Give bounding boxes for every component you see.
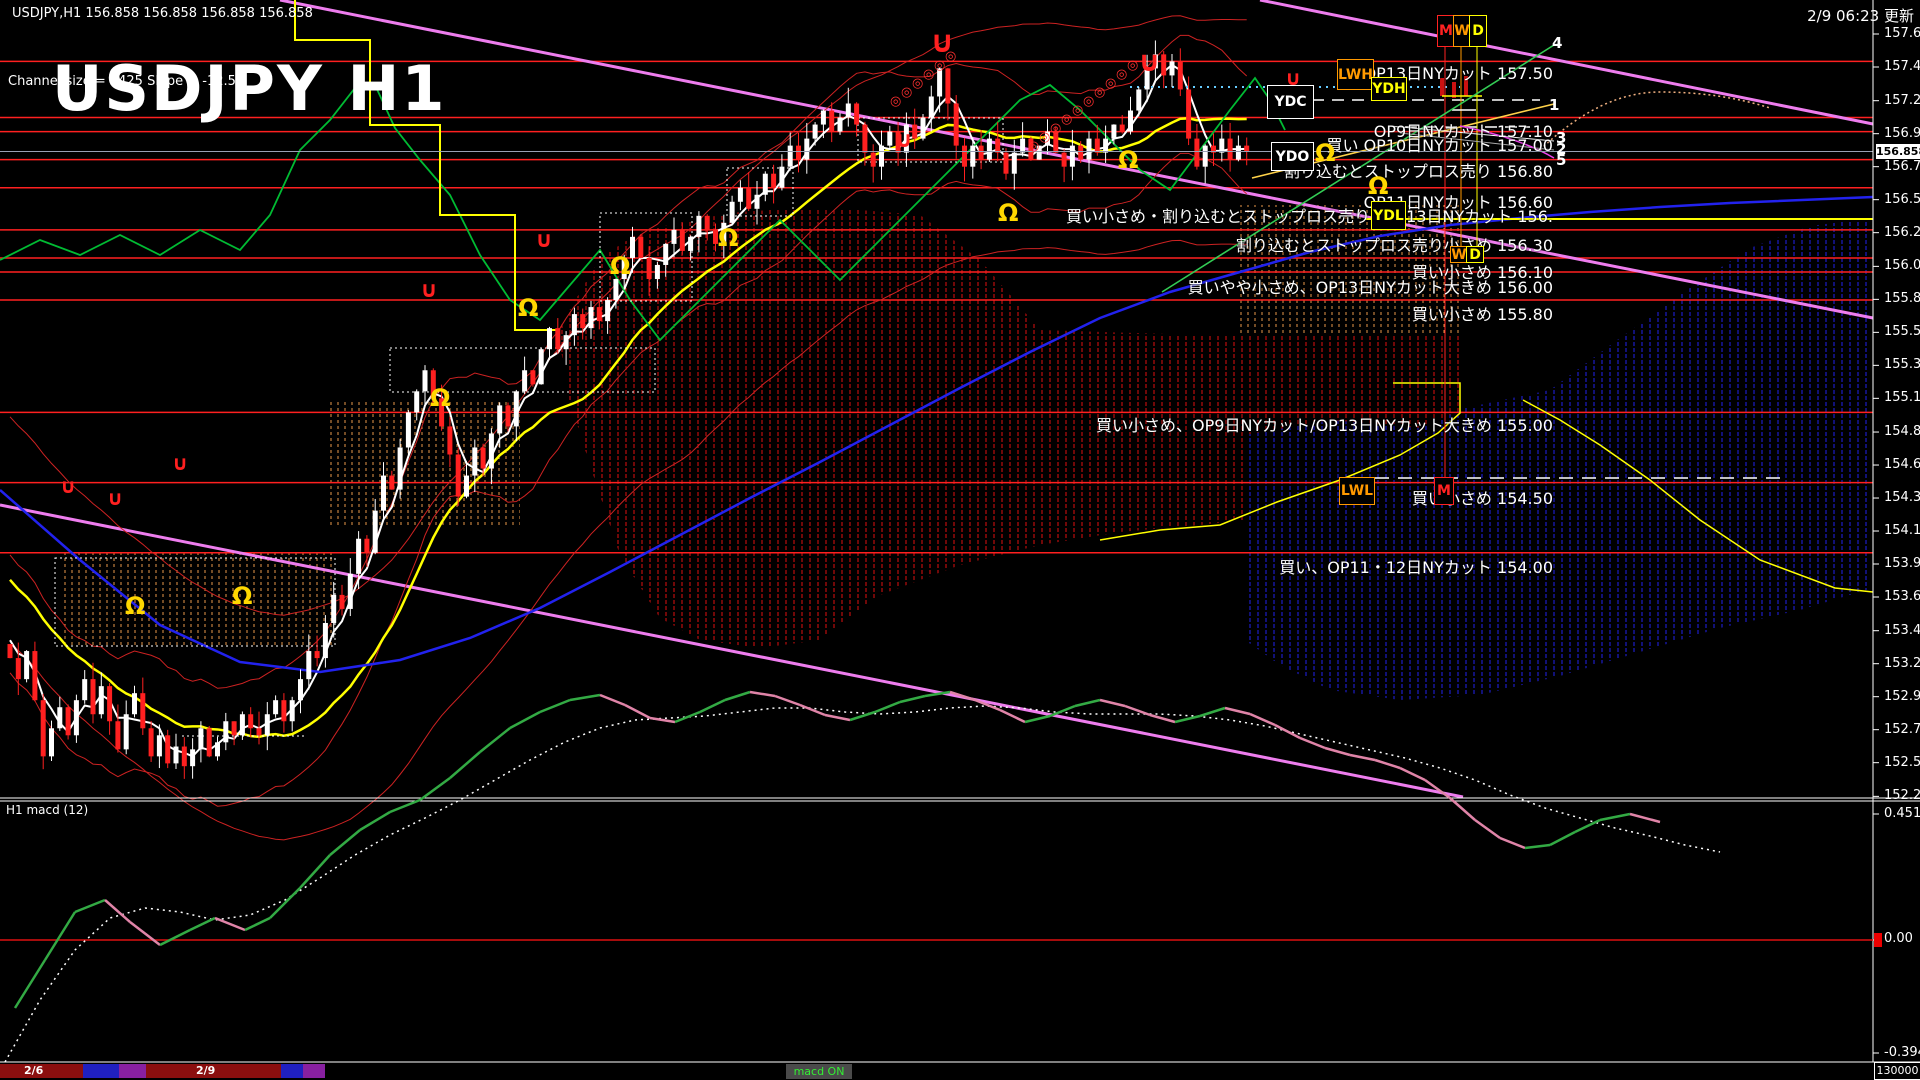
buy-signal-omega-icon: Ω <box>1118 146 1139 174</box>
price-axis-label: 154.155 <box>1884 523 1920 539</box>
price-axis-label: 154.390 <box>1884 490 1920 506</box>
trend-dot-chain-icon: ◎ <box>1028 139 1040 154</box>
price-axis-label: 156.515 <box>1884 191 1920 207</box>
sell-signal-cup-icon: ∪ <box>107 486 124 510</box>
buy-signal-omega-icon: Ω <box>232 582 253 610</box>
order-annotation: 買い小さめ、OP9日NYカット/OP13日NYカット大きめ 155.00 <box>1096 416 1553 435</box>
trend-dot-chain-icon: ◎ <box>1094 85 1106 100</box>
sell-signal-cup-icon: ∪ <box>60 474 77 498</box>
pivot-label-box-d[interactable]: D <box>1469 15 1487 47</box>
timeline-session-segment <box>83 1064 119 1078</box>
trend-dot-chain-icon: ◎ <box>1061 112 1073 127</box>
trend-dot-chain-icon: ◎ <box>1039 130 1051 145</box>
timeline-date-label: 2/9 <box>196 1064 216 1077</box>
price-axis-label: 155.100 <box>1884 390 1920 406</box>
price-axis-label: 153.920 <box>1884 556 1920 571</box>
pivot-label-box-ydh[interactable]: YDH <box>1371 77 1407 101</box>
pivot-label-box-ydl[interactable]: YDL <box>1371 201 1406 230</box>
price-axis-label: 156.750 <box>1884 158 1920 174</box>
trading-terminal-screen: USDJPY H1 USDJPY,H1 156.858 156.858 156.… <box>0 0 1920 1080</box>
price-axis-label: 157.460 <box>1884 58 1920 74</box>
sell-signal-cup-icon: ∪ <box>1138 45 1161 78</box>
price-axis-label: 154.860 <box>1884 424 1920 440</box>
macd-pane <box>0 690 1873 1063</box>
buy-signal-omega-icon: Ω <box>718 224 739 252</box>
trend-dot-chain-icon: ◎ <box>1083 94 1095 109</box>
pivot-label-box-m[interactable]: M <box>1434 477 1454 505</box>
trend-dot-chain-icon: ◎ <box>890 94 902 109</box>
trend-dot-chain-icon: ◎ <box>1105 76 1117 91</box>
trendline-number-1: 1 <box>1549 96 1560 114</box>
pivot-label-box-ydc[interactable]: YDC <box>1267 85 1314 119</box>
current-price-tag: 156.858 <box>1876 144 1920 159</box>
channel-info-label: Channel size = 1425 Slope = -12.58 <box>8 74 245 89</box>
trendline-number-4: 4 <box>1552 34 1563 52</box>
sell-signal-cup-icon: ∪ <box>895 128 913 153</box>
buy-signal-omega-icon: Ω <box>610 252 631 280</box>
price-axis-label: 156.040 <box>1884 258 1920 274</box>
trend-dot-chain-icon: ◎ <box>1116 67 1128 82</box>
price-axis-label: 153.685 <box>1884 589 1920 604</box>
pivot-label-box-d[interactable]: D <box>1466 246 1484 263</box>
trend-dot-chain-icon: ◎ <box>923 67 935 82</box>
price-axis-label: 152.740 <box>1884 721 1920 737</box>
chart-canvas[interactable] <box>0 0 1920 1080</box>
order-annotation: 買い OP10日NYカット 157.00 <box>1326 136 1553 155</box>
order-annotation: 割り込むとストップロス売り小さめ 156.30 <box>1235 236 1553 255</box>
price-axis-label: 156.985 <box>1884 125 1920 141</box>
trend-dot-chain-icon: ◎ <box>901 85 913 100</box>
price-axis-label: 155.570 <box>1884 324 1920 340</box>
trend-dot-chain-icon: ◎ <box>934 58 946 73</box>
order-annotation: 買い小さめ・割り込むとストップロス売り <box>1065 207 1370 226</box>
buy-signal-omega-icon: Ω <box>518 294 539 322</box>
timeline-session-segment <box>281 1064 303 1078</box>
price-axis-label: 152.975 <box>1884 688 1920 704</box>
price-axis-label: 155.805 <box>1884 291 1920 307</box>
macd-zero-label: 0.00 <box>1884 931 1913 946</box>
price-axis-label: 156.280 <box>1884 224 1920 240</box>
price-axis-label: 154.625 <box>1884 457 1920 473</box>
sell-signal-cup-icon: ∪ <box>1285 66 1302 90</box>
price-axis-label: 157.695 <box>1884 26 1920 41</box>
macd-toggle-button[interactable]: macd ON <box>786 1064 852 1079</box>
pivot-label-box-lwl[interactable]: LWL <box>1339 477 1375 505</box>
buy-signal-omega-icon: Ω <box>125 592 146 620</box>
pivot-label-box-ydo[interactable]: YDO <box>1271 142 1314 171</box>
order-annotation: 買い、OP11・12日NYカット 154.00 <box>1279 558 1553 577</box>
volume-scale-box: 130000 <box>1874 1062 1920 1080</box>
price-axis-label: 153.445 <box>1884 622 1920 638</box>
sell-signal-cup-icon: ∪ <box>535 228 553 253</box>
sell-signal-cup-icon: ∪ <box>420 278 438 303</box>
price-axis-label: 152.505 <box>1884 754 1920 770</box>
sell-signal-cup-icon: ∪ <box>172 451 189 475</box>
buy-signal-omega-icon: Ω <box>1315 139 1336 167</box>
timeline-date-label: 2/6 <box>24 1064 44 1077</box>
macd-axis-label: -0.394 <box>1884 1045 1920 1060</box>
price-axis-label: 153.210 <box>1884 655 1920 671</box>
macd-indicator-label: H1 macd (12) <box>6 803 89 817</box>
trend-dot-chain-icon: ◎ <box>1127 58 1139 73</box>
update-time-label: 2/9 06:23 更新 <box>1807 7 1914 25</box>
macd-zero-marker <box>1874 933 1882 947</box>
price-axis-label: 157.220 <box>1884 92 1920 108</box>
trend-dot-chain-icon: ◎ <box>912 76 924 91</box>
timeline-session-segment <box>119 1064 146 1078</box>
cloud-areas <box>60 205 1873 700</box>
timeline-session-segment <box>303 1064 325 1078</box>
macd-axis-label: 0.451 <box>1884 806 1920 821</box>
trend-dot-chain-icon: ◎ <box>1072 103 1084 118</box>
pivot-label-box-lwh[interactable]: LWH <box>1337 59 1374 90</box>
trend-dot-chain-icon: ◎ <box>1050 121 1062 136</box>
order-annotation: 買いやや小さめ、OP13日NYカット大きめ 156.00 <box>1187 278 1553 297</box>
price-axis-label: 155.335 <box>1884 357 1920 373</box>
trendline-number-5: 5 <box>1556 151 1567 169</box>
order-annotation: 買い小さめ 155.80 <box>1411 305 1553 324</box>
timeline-bar[interactable]: 2/6 2/9 <box>0 1063 1920 1080</box>
price-axis-label: 152.265 <box>1884 788 1920 804</box>
buy-signal-omega-icon: Ω <box>430 384 451 412</box>
ohlc-header: USDJPY,H1 156.858 156.858 156.858 156.85… <box>12 6 313 21</box>
trend-dot-chain-icon: ◎ <box>945 49 957 64</box>
buy-signal-omega-icon: Ω <box>998 199 1019 227</box>
buy-signal-omega-icon: Ω <box>1368 172 1389 200</box>
